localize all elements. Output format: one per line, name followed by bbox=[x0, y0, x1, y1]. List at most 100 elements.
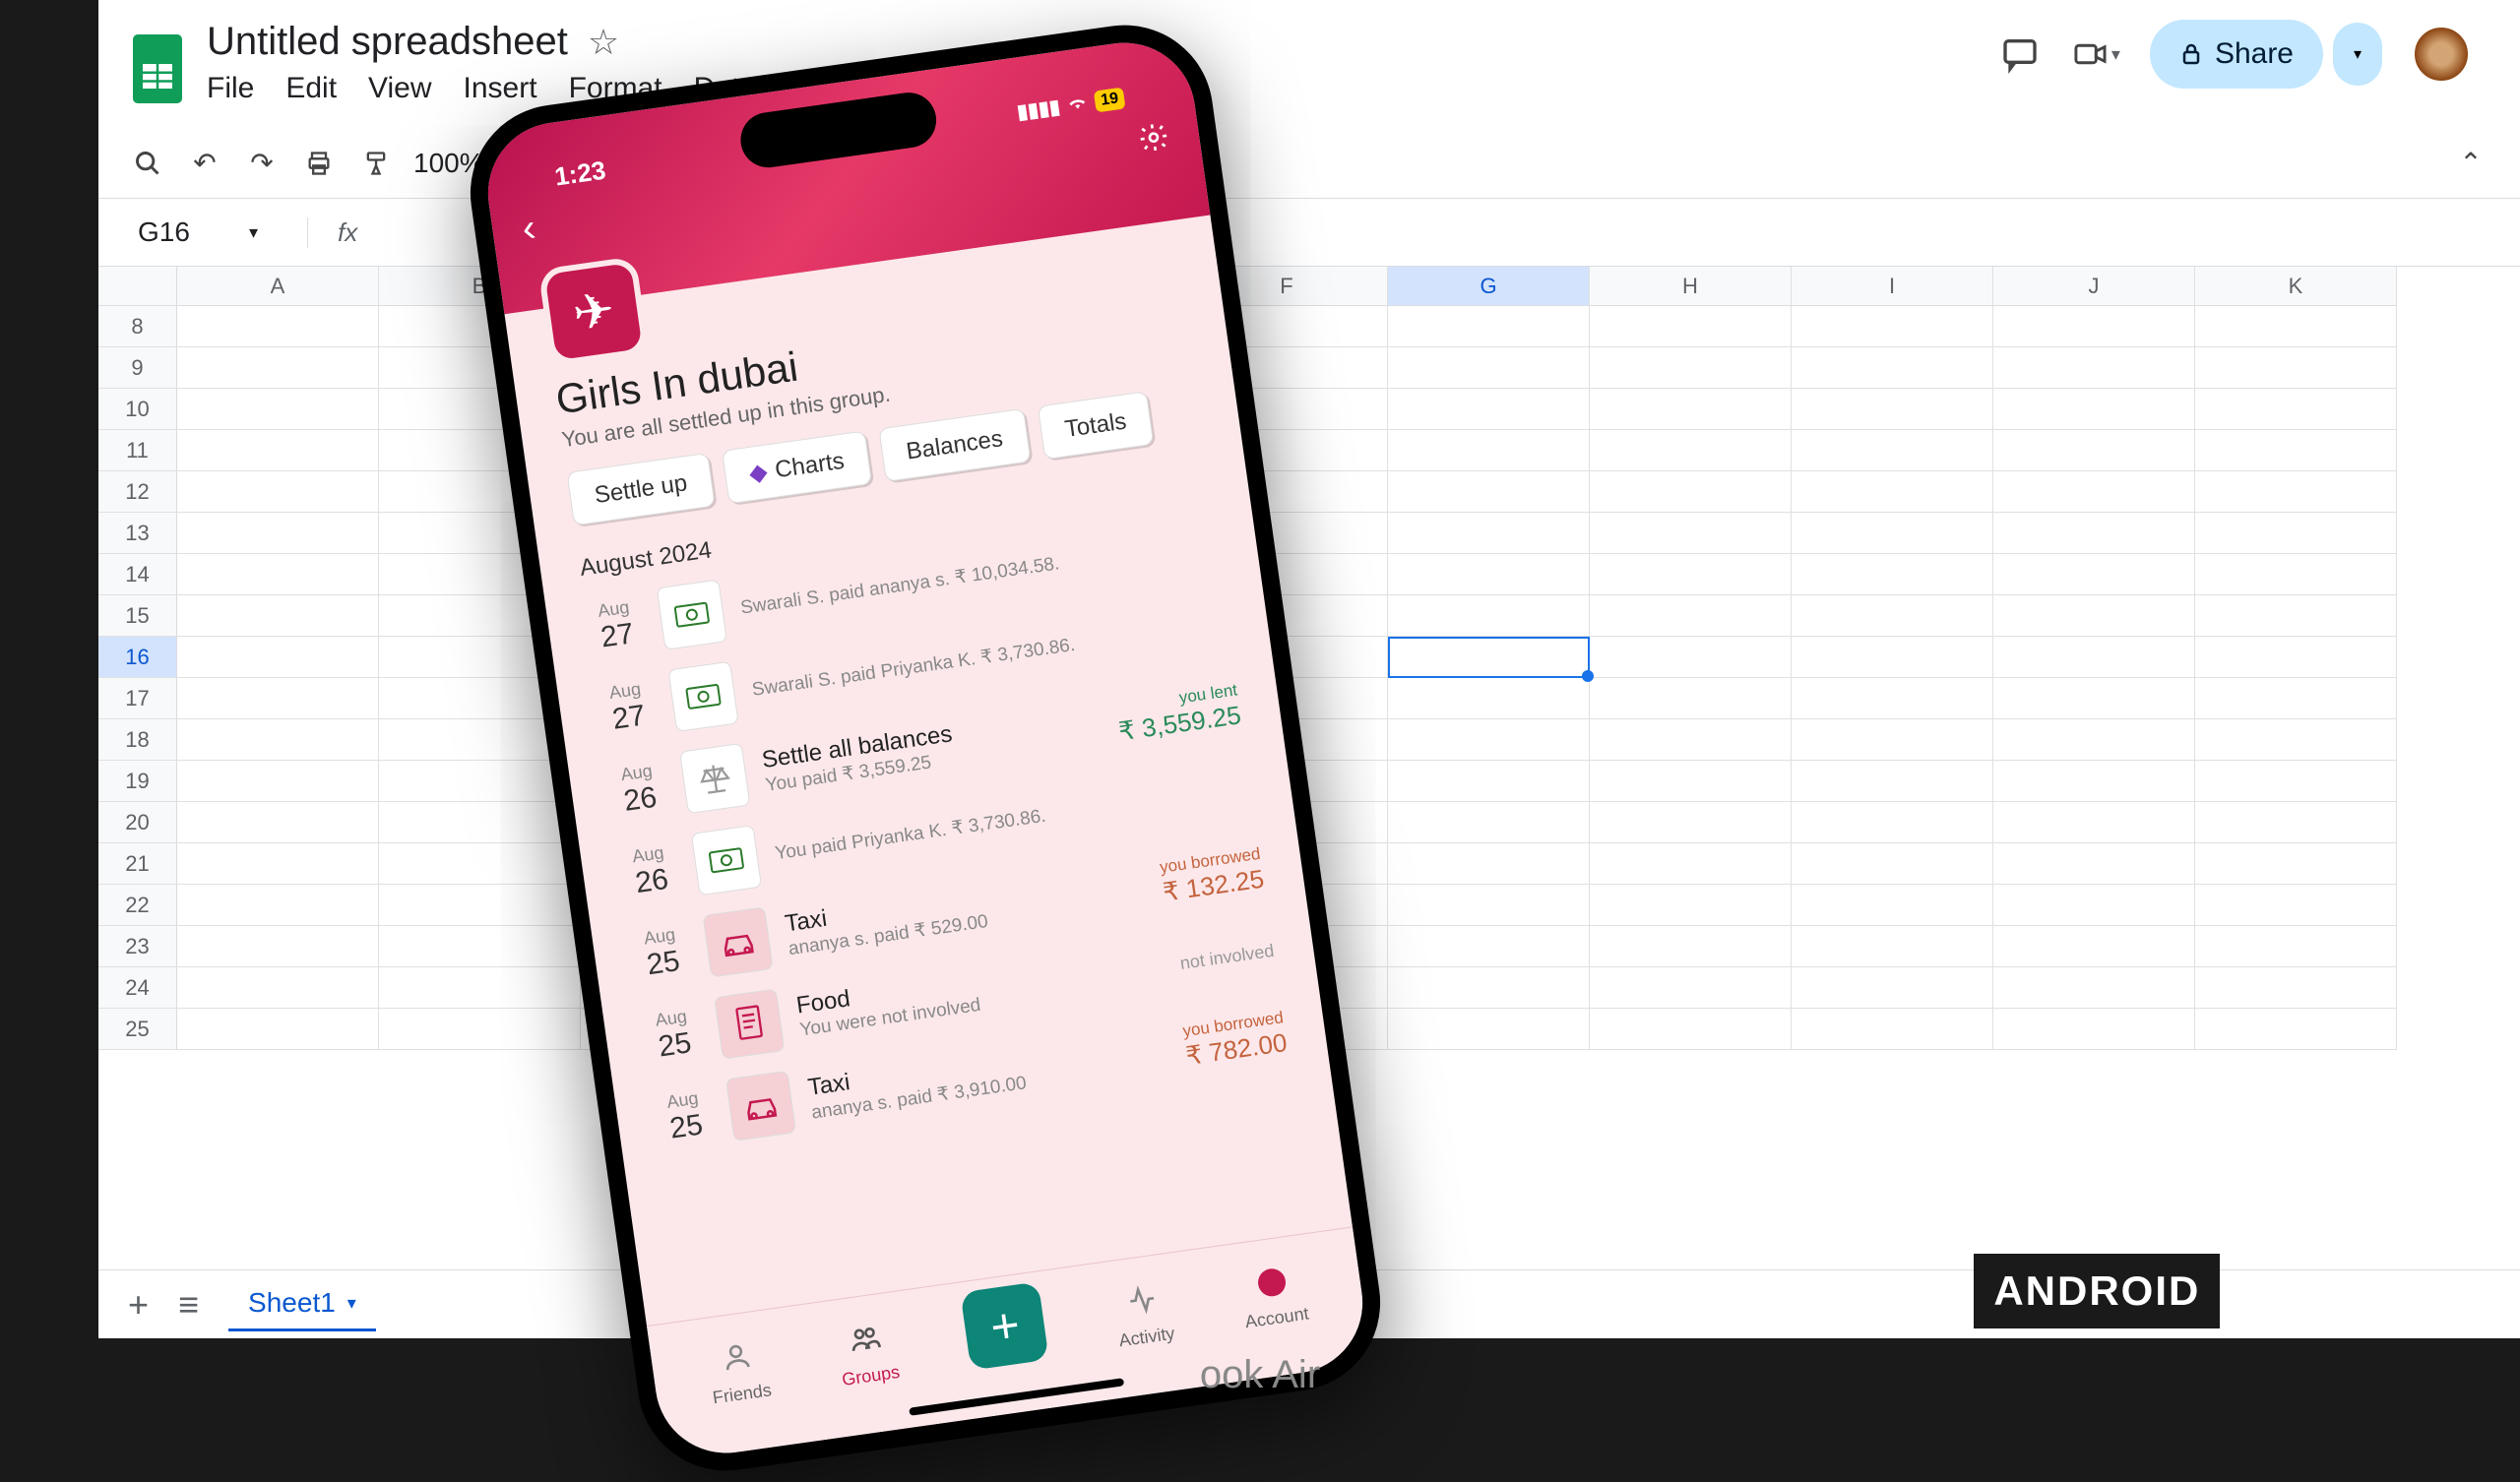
grid-cell[interactable] bbox=[1993, 1009, 2195, 1050]
grid-cell[interactable] bbox=[177, 885, 379, 926]
grid-cell[interactable] bbox=[1792, 678, 1993, 719]
grid-cell[interactable] bbox=[177, 595, 379, 637]
grid-cell[interactable] bbox=[1590, 637, 1792, 678]
col-header-J[interactable]: J bbox=[1993, 267, 2195, 306]
group-avatar-icon[interactable]: ✈ bbox=[538, 256, 650, 367]
grid-cell[interactable] bbox=[2195, 554, 2397, 595]
grid-cell[interactable] bbox=[1792, 554, 1993, 595]
row-header-24[interactable]: 24 bbox=[98, 967, 177, 1009]
grid-cell[interactable] bbox=[1590, 554, 1792, 595]
grid-cell[interactable] bbox=[1388, 967, 1590, 1009]
grid-cell[interactable] bbox=[177, 761, 379, 802]
grid-cell[interactable] bbox=[1388, 513, 1590, 554]
nav-activity[interactable]: Activity bbox=[1111, 1280, 1176, 1351]
grid-cell[interactable] bbox=[1590, 430, 1792, 471]
grid-cell[interactable] bbox=[1590, 513, 1792, 554]
row-header-13[interactable]: 13 bbox=[98, 513, 177, 554]
grid-cell[interactable] bbox=[1792, 761, 1993, 802]
settle-up-button[interactable]: Settle up bbox=[566, 453, 715, 526]
col-header-G[interactable]: G bbox=[1388, 267, 1590, 306]
grid-cell[interactable] bbox=[1388, 843, 1590, 885]
grid-cell[interactable] bbox=[2195, 761, 2397, 802]
grid-cell[interactable] bbox=[1388, 678, 1590, 719]
nav-friends[interactable]: Friends bbox=[706, 1337, 773, 1409]
grid-cell[interactable] bbox=[2195, 719, 2397, 761]
row-header-23[interactable]: 23 bbox=[98, 926, 177, 967]
grid-cell[interactable] bbox=[1388, 595, 1590, 637]
grid-cell[interactable] bbox=[1792, 513, 1993, 554]
add-expense-fab[interactable]: + bbox=[961, 1281, 1049, 1370]
grid-cell[interactable] bbox=[2195, 885, 2397, 926]
grid-cell[interactable] bbox=[1590, 347, 1792, 389]
balances-button[interactable]: Balances bbox=[878, 408, 1031, 482]
redo-icon[interactable]: ↷ bbox=[242, 144, 282, 183]
grid-cell[interactable] bbox=[2195, 306, 2397, 347]
grid-cell[interactable] bbox=[1792, 637, 1993, 678]
menu-edit[interactable]: Edit bbox=[285, 72, 337, 105]
grid-cell[interactable] bbox=[2195, 471, 2397, 513]
grid-cell[interactable] bbox=[1388, 719, 1590, 761]
settings-icon[interactable] bbox=[1136, 119, 1172, 162]
grid-cell[interactable] bbox=[177, 471, 379, 513]
row-header-11[interactable]: 11 bbox=[98, 430, 177, 471]
row-header-17[interactable]: 17 bbox=[98, 678, 177, 719]
grid-cell[interactable] bbox=[1590, 843, 1792, 885]
grid-cell[interactable] bbox=[1993, 595, 2195, 637]
grid-cell[interactable] bbox=[2195, 843, 2397, 885]
grid-cell[interactable] bbox=[2195, 802, 2397, 843]
menu-file[interactable]: File bbox=[207, 72, 254, 105]
grid-cell[interactable] bbox=[2195, 347, 2397, 389]
grid-cell[interactable] bbox=[2195, 430, 2397, 471]
grid-cell[interactable] bbox=[177, 637, 379, 678]
grid-cell[interactable] bbox=[1993, 513, 2195, 554]
grid-cell[interactable] bbox=[1388, 471, 1590, 513]
grid-cell[interactable] bbox=[379, 885, 581, 926]
grid-cell[interactable] bbox=[379, 926, 581, 967]
col-header-H[interactable]: H bbox=[1590, 267, 1792, 306]
grid-cell[interactable] bbox=[177, 430, 379, 471]
grid-cell[interactable] bbox=[1993, 471, 2195, 513]
comment-icon[interactable] bbox=[1996, 31, 2044, 78]
grid-cell[interactable] bbox=[1792, 389, 1993, 430]
grid-cell[interactable] bbox=[1388, 430, 1590, 471]
row-header-14[interactable]: 14 bbox=[98, 554, 177, 595]
grid-cell[interactable] bbox=[1993, 430, 2195, 471]
grid-cell[interactable] bbox=[1388, 926, 1590, 967]
grid-cell[interactable] bbox=[177, 513, 379, 554]
name-box[interactable]: G16 ▾ bbox=[118, 209, 278, 256]
grid-cell[interactable] bbox=[1590, 967, 1792, 1009]
grid-cell[interactable] bbox=[1388, 1009, 1590, 1050]
grid-cell[interactable] bbox=[1993, 843, 2195, 885]
grid-cell[interactable] bbox=[1792, 843, 1993, 885]
grid-cell[interactable] bbox=[1792, 430, 1993, 471]
grid-cell[interactable] bbox=[1590, 761, 1792, 802]
grid-cell[interactable] bbox=[1993, 885, 2195, 926]
fill-handle[interactable] bbox=[1582, 670, 1594, 682]
grid-cell[interactable] bbox=[2195, 678, 2397, 719]
grid-cell[interactable] bbox=[2195, 389, 2397, 430]
doc-title[interactable]: Untitled spreadsheet bbox=[207, 20, 568, 64]
grid-cell[interactable] bbox=[379, 802, 581, 843]
collapse-toolbar-icon[interactable]: ⌃ bbox=[2451, 144, 2490, 183]
row-header-10[interactable]: 10 bbox=[98, 389, 177, 430]
grid-cell[interactable] bbox=[2195, 967, 2397, 1009]
grid-cell[interactable] bbox=[1993, 761, 2195, 802]
grid-cell[interactable] bbox=[2195, 595, 2397, 637]
grid-cell[interactable] bbox=[177, 389, 379, 430]
add-sheet-icon[interactable]: + bbox=[128, 1284, 149, 1326]
grid-cell[interactable] bbox=[1792, 967, 1993, 1009]
video-call-icon[interactable]: ▾ bbox=[2073, 31, 2120, 78]
active-cell[interactable] bbox=[1388, 637, 1590, 678]
paint-format-icon[interactable] bbox=[356, 144, 396, 183]
grid-cell[interactable] bbox=[1792, 719, 1993, 761]
grid-cell[interactable] bbox=[1792, 347, 1993, 389]
grid-cell[interactable] bbox=[1792, 471, 1993, 513]
row-header-22[interactable]: 22 bbox=[98, 885, 177, 926]
nav-groups[interactable]: Groups bbox=[835, 1319, 902, 1390]
grid-cell[interactable] bbox=[1993, 554, 2195, 595]
grid-cell[interactable] bbox=[1590, 595, 1792, 637]
grid-cell[interactable] bbox=[1590, 885, 1792, 926]
grid-cell[interactable] bbox=[1792, 802, 1993, 843]
row-header-25[interactable]: 25 bbox=[98, 1009, 177, 1050]
grid-cell[interactable] bbox=[1388, 347, 1590, 389]
